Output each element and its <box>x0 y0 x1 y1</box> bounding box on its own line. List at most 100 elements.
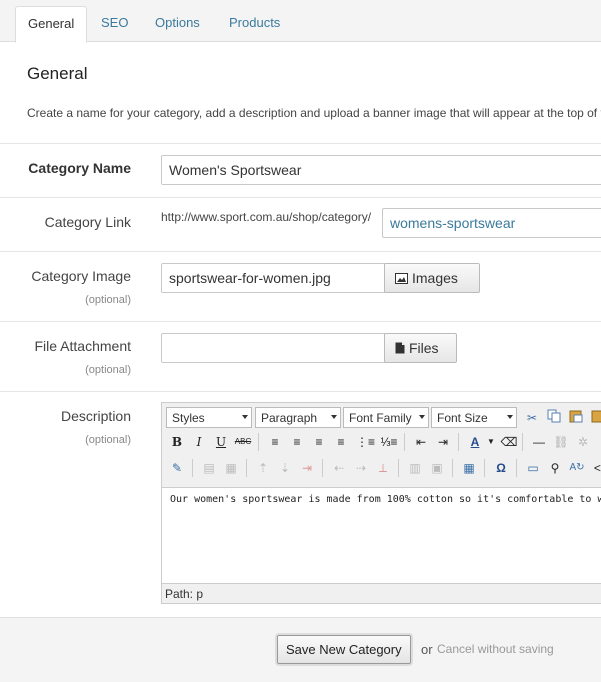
section-title: General <box>27 64 88 83</box>
cancel-without-saving-link[interactable]: Cancel without saving <box>437 642 554 656</box>
insert-col-after-icon[interactable]: ⇢ <box>352 459 370 477</box>
editor-toolbar-row-2: B I U ABC ≡ ≡ ≡ ≡ ⋮≡ ⅓≡ ⇤ ⇥ A ▼ ⌫ — ⛓ ✲ <box>166 433 601 457</box>
images-button-label: Images <box>412 270 458 286</box>
category-image-optional: (optional) <box>85 294 131 306</box>
tab-options[interactable]: Options <box>143 6 212 42</box>
replace-icon[interactable]: A↻ <box>568 459 586 477</box>
file-attachment-label: File Attachment <box>34 338 132 354</box>
strikethrough-icon[interactable]: ABC <box>234 433 252 451</box>
toolbar-separator <box>258 433 259 451</box>
toolbar-separator <box>522 433 523 451</box>
align-justify-icon[interactable]: ≡ <box>332 433 350 451</box>
chevron-down-icon <box>419 415 425 419</box>
align-right-icon[interactable]: ≡ <box>310 433 328 451</box>
description-label: Description <box>60 408 131 424</box>
bullet-list-icon[interactable]: ⋮≡ <box>356 433 375 451</box>
tab-general[interactable]: General <box>15 6 88 43</box>
file-attachment-row: File Attachment (optional) Files <box>0 321 601 391</box>
category-name-label: Category Name <box>28 160 131 176</box>
files-button[interactable]: Files <box>384 333 457 363</box>
toolbar-separator <box>322 459 323 477</box>
bold-icon[interactable]: B <box>168 433 186 451</box>
special-character-icon[interactable]: Ω <box>492 459 510 477</box>
horizontal-rule-icon[interactable]: — <box>530 433 548 451</box>
category-link-row: Category Link http://www.sport.com.au/sh… <box>0 197 601 251</box>
split-cells-icon[interactable]: ▥ <box>406 459 424 477</box>
font-family-select-label: Font Family <box>349 411 412 425</box>
editor-toolbar-row-1: Styles Paragraph Font Family Font Size ✂ <box>166 407 601 431</box>
unlink-icon[interactable]: ✲ <box>574 433 592 451</box>
align-center-icon[interactable]: ≡ <box>288 433 306 451</box>
chevron-down-icon <box>331 415 337 419</box>
image-icon <box>395 273 408 284</box>
toolbar-separator <box>192 459 193 477</box>
file-attachment-optional: (optional) <box>85 364 131 376</box>
copy-icon[interactable] <box>545 409 563 427</box>
table-cell-props-icon[interactable]: ▦ <box>222 459 240 477</box>
font-size-select[interactable]: Font Size <box>431 407 517 428</box>
toolbar-separator <box>246 459 247 477</box>
code-icon[interactable]: </ <box>590 459 601 477</box>
delete-row-icon[interactable]: ⇥ <box>298 459 316 477</box>
toolbar-separator <box>452 459 453 477</box>
toolbar-separator <box>404 433 405 451</box>
paste-text-icon[interactable] <box>589 409 601 427</box>
toolbar-separator <box>484 459 485 477</box>
font-size-select-label: Font Size <box>437 411 488 425</box>
chevron-down-icon[interactable]: ▼ <box>482 433 500 451</box>
edit-icon[interactable]: ✎ <box>168 459 186 477</box>
table-row-props-icon[interactable]: ▤ <box>200 459 218 477</box>
rich-text-editor: Styles Paragraph Font Family Font Size ✂… <box>161 402 601 604</box>
insert-row-before-icon[interactable]: ⇡ <box>254 459 272 477</box>
tab-products[interactable]: Products <box>217 6 292 42</box>
indent-icon[interactable]: ⇥ <box>434 433 452 451</box>
table-icon[interactable]: ▦ <box>460 459 478 477</box>
toolbar-separator <box>398 459 399 477</box>
eraser-icon[interactable]: ⌫ <box>500 433 518 451</box>
insert-row-after-icon[interactable]: ⇣ <box>276 459 294 477</box>
insert-col-before-icon[interactable]: ⇠ <box>330 459 348 477</box>
outdent-icon[interactable]: ⇤ <box>412 433 430 451</box>
paste-icon[interactable] <box>567 409 585 427</box>
images-button[interactable]: Images <box>384 263 480 293</box>
styles-select-label: Styles <box>172 411 205 425</box>
styles-select[interactable]: Styles <box>166 407 252 428</box>
category-image-row: Category Image (optional) sportswear-for… <box>0 251 601 321</box>
file-attachment-input[interactable] <box>161 333 386 363</box>
category-name-input[interactable]: Women's Sportswear <box>161 155 601 185</box>
editor-toolbar-row-3: ✎ ▤ ▦ ⇡ ⇣ ⇥ ⇠ ⇢ ⟂ ▥ ▣ ▦ Ω ▭ ⚲ A↻ </ <box>166 459 601 483</box>
category-image-input[interactable]: sportswear-for-women.jpg <box>161 263 386 293</box>
category-link-input[interactable]: womens-sportswear <box>382 208 601 238</box>
category-image-label: Category Image <box>31 268 131 284</box>
font-family-select[interactable]: Font Family <box>343 407 429 428</box>
paragraph-select[interactable]: Paragraph <box>255 407 341 428</box>
intro-text: Create a name for your category, add a d… <box>27 106 601 120</box>
chevron-down-icon <box>507 415 513 419</box>
category-name-row: Category Name Women's Sportswear <box>0 143 601 197</box>
numbered-list-icon[interactable]: ⅓≡ <box>380 433 398 451</box>
editor-content[interactable]: Our women's sportswear is made from 100%… <box>162 487 601 583</box>
delete-col-icon[interactable]: ⟂ <box>374 459 392 477</box>
toolbar-separator <box>516 459 517 477</box>
editor-path: Path: p <box>162 583 601 604</box>
align-left-icon[interactable]: ≡ <box>266 433 284 451</box>
paragraph-select-label: Paragraph <box>261 411 318 425</box>
find-icon[interactable]: ⚲ <box>546 459 564 477</box>
link-icon[interactable]: ⛓ <box>552 433 570 451</box>
cut-icon[interactable]: ✂ <box>523 409 541 427</box>
category-link-prefix: http://www.sport.com.au/shop/category/ <box>161 210 372 224</box>
description-optional: (optional) <box>85 434 131 446</box>
save-new-category-button[interactable]: Save New Category <box>277 635 411 664</box>
or-text: or <box>421 642 433 657</box>
tab-bar: General SEO Options Products <box>0 0 601 43</box>
merge-cells-icon[interactable]: ▣ <box>428 459 446 477</box>
chevron-down-icon <box>242 415 248 419</box>
underline-icon[interactable]: U <box>212 433 230 451</box>
tab-seo[interactable]: SEO <box>89 6 140 42</box>
category-link-label: Category Link <box>44 214 131 230</box>
italic-icon[interactable]: I <box>190 433 208 451</box>
file-icon <box>395 342 405 354</box>
fullscreen-icon[interactable]: ▭ <box>524 459 542 477</box>
toolbar-separator <box>458 433 459 451</box>
files-button-label: Files <box>409 340 439 356</box>
